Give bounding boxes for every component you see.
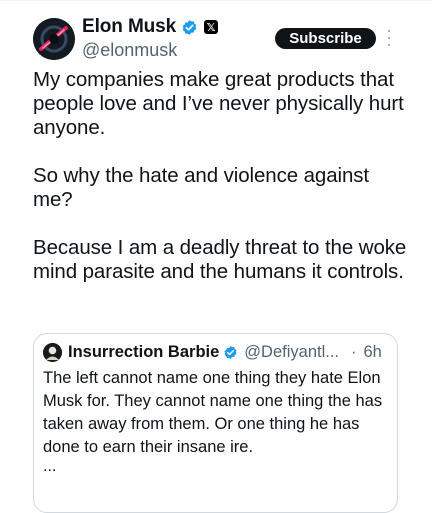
verified-badge-icon — [223, 345, 238, 360]
quoted-tweet-card[interactable]: Insurrection Barbie @Defiyantl... · 6h T… — [33, 333, 398, 513]
quoted-tweet-text: The left cannot name one thing they hate… — [43, 369, 383, 456]
time-separator: · — [351, 343, 357, 361]
quoted-author-handle: @Defiyantl... — [244, 343, 339, 361]
tweet-paragraph: So why the hate and violence against me? — [33, 164, 370, 211]
author-name-line: Elon Musk 𝕏 — [82, 16, 219, 38]
x-affiliate-icon: 𝕏 — [204, 20, 219, 34]
more-vertical-icon[interactable] — [386, 30, 392, 46]
tweet-paragraph: My companies make great products that pe… — [33, 68, 404, 139]
quoted-tweet-time: 6h — [363, 343, 382, 361]
quoted-tweet-ellipsis: ... — [43, 458, 57, 475]
tweet-body: My companies make great products that pe… — [33, 68, 413, 284]
verified-badge-icon — [181, 19, 198, 36]
subscribe-button[interactable]: Subscribe — [275, 28, 376, 49]
author-avatar[interactable] — [33, 18, 75, 60]
author-handle[interactable]: @elonmusk — [82, 40, 177, 61]
author-display-name[interactable]: Elon Musk — [82, 16, 176, 38]
tweet-header: Elon Musk 𝕏 @elonmusk Subscribe — [0, 0, 432, 70]
tweet-paragraph: Because I am a deadly threat to the woke… — [33, 236, 407, 283]
quoted-author-name: Insurrection Barbie — [68, 343, 220, 361]
quoted-author-avatar — [43, 343, 62, 362]
quoted-tweet-header: Insurrection Barbie @Defiyantl... · 6h — [43, 343, 382, 362]
